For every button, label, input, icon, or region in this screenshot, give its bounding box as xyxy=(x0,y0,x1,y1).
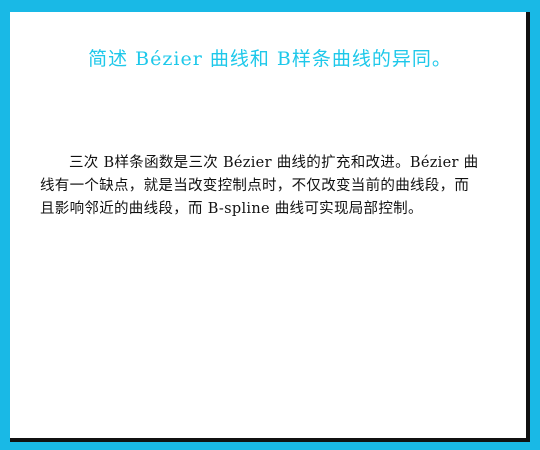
frame-right-border xyxy=(530,0,540,450)
frame-top-border xyxy=(0,0,540,12)
slide-title: 简述 Bézier 曲线和 B样条曲线的异同。 xyxy=(88,48,452,70)
frame-bottom-border xyxy=(0,442,540,450)
answer-paragraph: 三次 B样条函数是三次 Bézier 曲线的扩充和改进。Bézier 曲线有一个… xyxy=(40,155,479,217)
frame-left-border xyxy=(0,0,10,450)
slide: 简述 Bézier 曲线和 B样条曲线的异同。 三次 B样条函数是三次 Bézi… xyxy=(0,0,540,450)
frame-shadow-right xyxy=(526,12,530,442)
frame-shadow-bottom xyxy=(10,438,530,442)
